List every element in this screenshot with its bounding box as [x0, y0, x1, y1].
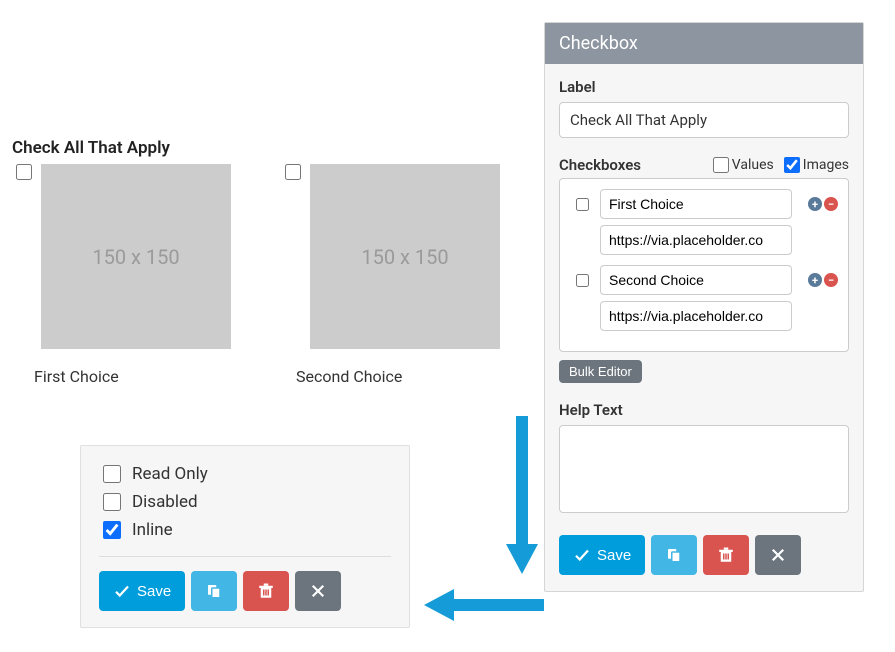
readonly-option[interactable]: Read Only: [99, 462, 391, 486]
checkbox-item-url-row: [570, 301, 838, 331]
duplicate-button[interactable]: [651, 535, 697, 575]
add-item-button[interactable]: +: [808, 197, 822, 211]
editor-body: Label Checkboxes Values Images +: [545, 64, 863, 591]
readonly-checkbox[interactable]: [103, 465, 121, 483]
checkbox-items-list: + − + −: [559, 178, 849, 352]
close-icon: [309, 582, 327, 600]
label-input[interactable]: [559, 102, 849, 138]
close-button[interactable]: [755, 535, 801, 575]
preview-choice-1: 150 x 150: [12, 164, 231, 349]
values-toggle[interactable]: Values: [713, 157, 774, 173]
checkbox-item: + −: [570, 265, 838, 295]
delete-button[interactable]: [243, 571, 289, 611]
save-button-label: Save: [597, 547, 631, 564]
save-button[interactable]: Save: [99, 571, 185, 611]
disabled-label: Disabled: [132, 492, 198, 512]
checkbox-editor: Checkbox Label Checkboxes Values Images: [544, 22, 864, 592]
save-button-label: Save: [137, 583, 171, 600]
add-item-button[interactable]: +: [808, 273, 822, 287]
bulk-editor-button[interactable]: Bulk Editor: [559, 360, 642, 383]
label-field-title: Label: [559, 78, 849, 96]
images-label: Images: [803, 157, 849, 173]
options-actions: Save: [99, 571, 391, 611]
checkboxes-header-options: Values Images: [713, 157, 849, 173]
item-actions: + −: [798, 273, 838, 287]
trash-icon: [257, 582, 275, 600]
copy-icon: [205, 582, 223, 600]
check-icon: [113, 582, 131, 600]
item-label-input[interactable]: [600, 265, 792, 295]
editor-header: Checkbox: [545, 23, 863, 64]
images-toggle[interactable]: Images: [784, 157, 849, 173]
checkboxes-header: Checkboxes Values Images: [559, 156, 849, 174]
preview-choice-1-label: First Choice: [34, 367, 224, 386]
preview-choices: 150 x 150 150 x 150: [12, 164, 522, 349]
preview-choice-labels: First Choice Second Choice: [12, 367, 522, 386]
item-url-input[interactable]: [600, 225, 792, 255]
check-icon: [573, 546, 591, 564]
preview-title: Check All That Apply: [12, 138, 522, 158]
preview-choice-1-checkbox[interactable]: [16, 164, 32, 180]
item-default-checkbox[interactable]: [574, 274, 591, 287]
options-divider: [99, 556, 391, 557]
readonly-label: Read Only: [132, 464, 208, 484]
help-text-input[interactable]: [559, 425, 849, 513]
close-icon: [769, 546, 787, 564]
remove-item-button[interactable]: −: [824, 197, 838, 211]
values-checkbox[interactable]: [713, 157, 729, 173]
arrow-left-icon: [424, 585, 544, 625]
disabled-option[interactable]: Disabled: [99, 490, 391, 514]
inline-option[interactable]: Inline: [99, 518, 391, 542]
preview-choice-2: 150 x 150: [281, 164, 500, 349]
values-label: Values: [732, 157, 774, 173]
copy-icon: [665, 546, 683, 564]
trash-icon: [717, 546, 735, 564]
close-button[interactable]: [295, 571, 341, 611]
checkbox-preview: Check All That Apply 150 x 150 150 x 150…: [12, 138, 522, 386]
item-url-input[interactable]: [600, 301, 792, 331]
help-text-title: Help Text: [559, 401, 849, 419]
preview-choice-2-image: 150 x 150: [310, 164, 500, 349]
item-label-input[interactable]: [600, 189, 792, 219]
preview-choice-2-label: Second Choice: [296, 367, 486, 386]
checkboxes-title: Checkboxes: [559, 156, 641, 174]
inline-label: Inline: [132, 520, 173, 540]
checkbox-item-url-row: [570, 225, 838, 255]
preview-choice-2-checkbox[interactable]: [285, 164, 301, 180]
duplicate-button[interactable]: [191, 571, 237, 611]
options-panel: Read Only Disabled Inline Save: [80, 445, 410, 628]
item-actions: + −: [798, 197, 838, 211]
arrow-down-icon: [502, 416, 542, 576]
item-default-checkbox[interactable]: [574, 198, 591, 211]
editor-actions: Save: [559, 535, 849, 575]
inline-checkbox[interactable]: [103, 521, 121, 539]
remove-item-button[interactable]: −: [824, 273, 838, 287]
preview-choice-1-image: 150 x 150: [41, 164, 231, 349]
checkbox-item: + −: [570, 189, 838, 219]
save-button[interactable]: Save: [559, 535, 645, 575]
disabled-checkbox[interactable]: [103, 493, 121, 511]
delete-button[interactable]: [703, 535, 749, 575]
help-text-section: Help Text: [559, 401, 849, 517]
images-checkbox[interactable]: [784, 157, 800, 173]
